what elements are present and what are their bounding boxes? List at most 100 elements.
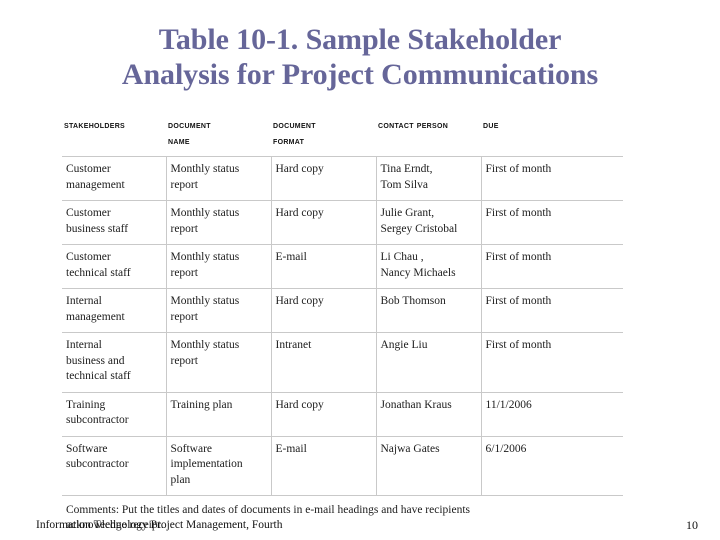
cell-line: First of month xyxy=(485,339,552,351)
footer-page-number: 10 xyxy=(686,518,698,532)
cell-due: 6/1/2006 xyxy=(481,435,623,496)
cell-line: First of month xyxy=(485,295,552,307)
cell-line: Customer xyxy=(66,163,111,175)
column-header-line: Due xyxy=(483,120,499,131)
cell-document-name: Monthly status report xyxy=(166,288,272,333)
cell-line: plan xyxy=(170,473,191,486)
cell-stakeholders: Internal business and technical staff xyxy=(62,332,167,392)
cell-line: Monthly status xyxy=(170,163,240,175)
table-header-row: Stakeholders Document Name Document Form… xyxy=(62,116,623,157)
cell-line: Julie Grant, xyxy=(380,207,435,219)
cell-line: Najwa Gates xyxy=(380,442,440,455)
cell-line: Hard copy xyxy=(275,398,324,411)
cell-line: Tom Silva xyxy=(380,178,428,191)
column-header-line: Document xyxy=(273,120,316,131)
cell-line: Monthly status xyxy=(170,295,240,307)
cell-line: First of month xyxy=(485,251,552,263)
cell-due: First of month xyxy=(481,288,623,333)
cell-document-format: Hard copy xyxy=(271,288,377,333)
cell-line: Intranet xyxy=(275,339,312,351)
column-header-due: Due xyxy=(481,116,623,157)
page-title: Table 10-1. Sample Stakeholder Analysis … xyxy=(24,22,696,92)
cell-due: 11/1/2006 xyxy=(481,391,623,436)
cell-line: E-mail xyxy=(275,442,307,455)
cell-line: Li Chau , xyxy=(380,251,424,263)
cell-contact-person: Jonathan Kraus xyxy=(376,391,482,436)
cell-line: technical staff xyxy=(66,370,131,382)
cell-contact-person: Tina Erndt, Tom Silva xyxy=(376,156,482,201)
slide-footer: Information Technology Project Managemen… xyxy=(36,518,698,536)
cell-line: Jonathan Kraus xyxy=(380,398,452,411)
column-header-line: Name xyxy=(168,136,190,147)
cell-due: First of month xyxy=(481,332,623,392)
table-row: Customer business staff Monthly status r… xyxy=(62,200,623,245)
column-header-line: Contact Person xyxy=(378,120,449,131)
cell-line: Comments: Put the titles and dates of do… xyxy=(66,504,471,516)
table-row: Internal management Monthly status repor… xyxy=(62,288,623,333)
cell-line: 6/1/2006 xyxy=(485,442,527,455)
cell-line: Internal xyxy=(66,295,102,307)
column-header-line: Format xyxy=(273,136,305,147)
cell-due: First of month xyxy=(481,156,623,201)
cell-line: technical staff xyxy=(66,266,131,279)
stakeholder-analysis-table-container: Stakeholders Document Name Document Form… xyxy=(62,116,623,535)
cell-line: Customer xyxy=(66,251,111,263)
cell-stakeholders: Software subcontractor xyxy=(62,435,167,496)
cell-line: report xyxy=(170,178,198,191)
cell-line: First of month xyxy=(485,207,552,219)
stakeholder-analysis-table: Stakeholders Document Name Document Form… xyxy=(62,116,623,535)
table-row: Internal business and technical staff Mo… xyxy=(62,332,623,392)
cell-document-name: Software implementation plan xyxy=(166,435,272,496)
cell-document-name: Monthly status report xyxy=(166,156,272,201)
cell-line: Monthly status xyxy=(170,251,240,263)
cell-stakeholders: Internal management xyxy=(62,288,167,333)
cell-line: Angie Liu xyxy=(380,339,428,351)
cell-line: management xyxy=(66,178,125,191)
footer-book-title: Information Technology Project Managemen… xyxy=(36,519,283,531)
cell-document-name: Monthly status report xyxy=(166,244,272,289)
cell-line: implementation xyxy=(170,458,243,470)
cell-line: Bob Thomson xyxy=(380,295,446,307)
cell-stakeholders: Training subcontractor xyxy=(62,391,167,436)
cell-line: E-mail xyxy=(275,251,307,263)
cell-document-format: Intranet xyxy=(271,332,377,392)
cell-line: Training xyxy=(66,398,106,411)
column-header-document-name: Document Name xyxy=(166,116,271,157)
cell-line: subcontractor xyxy=(66,458,129,470)
column-header-line: Document xyxy=(168,120,211,131)
cell-stakeholders: Customer management xyxy=(62,156,167,201)
cell-line: Monthly status xyxy=(170,207,240,219)
column-header-stakeholders: Stakeholders xyxy=(62,116,166,157)
cell-stakeholders: Customer technical staff xyxy=(62,244,167,289)
cell-line: business and xyxy=(66,354,125,367)
cell-line: Tina Erndt, xyxy=(380,163,433,175)
cell-document-format: Hard copy xyxy=(271,156,377,201)
cell-line: Hard copy xyxy=(275,163,324,175)
title-line-1: Table 10-1. Sample Stakeholder xyxy=(158,23,562,56)
table-row: Software subcontractor Software implemen… xyxy=(62,435,623,496)
cell-line: subcontractor xyxy=(66,414,129,426)
table-body: Customer management Monthly status repor… xyxy=(62,156,623,535)
cell-line: report xyxy=(170,310,198,323)
cell-line: Hard copy xyxy=(275,207,324,219)
cell-document-format: E-mail xyxy=(271,244,377,289)
cell-document-name: Training plan xyxy=(166,391,272,436)
cell-contact-person: Li Chau , Nancy Michaels xyxy=(376,244,482,289)
table-header: Stakeholders Document Name Document Form… xyxy=(62,116,623,157)
cell-line: Nancy Michaels xyxy=(380,266,456,279)
table-row: Training subcontractor Training plan Har… xyxy=(62,391,623,436)
cell-document-name: Monthly status report xyxy=(166,332,272,392)
cell-line: Customer xyxy=(66,207,111,219)
cell-document-format: E-mail xyxy=(271,435,377,496)
cell-contact-person: Julie Grant, Sergey Cristobal xyxy=(376,200,482,245)
column-header-document-format: Document Format xyxy=(271,116,376,157)
column-header-line: Stakeholders xyxy=(64,120,126,131)
cell-document-name: Monthly status report xyxy=(166,200,272,245)
table-row: Customer management Monthly status repor… xyxy=(62,156,623,201)
cell-contact-person: Angie Liu xyxy=(376,332,482,392)
cell-line: Software xyxy=(170,442,213,455)
cell-contact-person: Bob Thomson xyxy=(376,288,482,333)
cell-line: 11/1/2006 xyxy=(485,398,532,411)
cell-line: report xyxy=(170,266,198,279)
cell-line: Sergey Cristobal xyxy=(380,222,458,235)
